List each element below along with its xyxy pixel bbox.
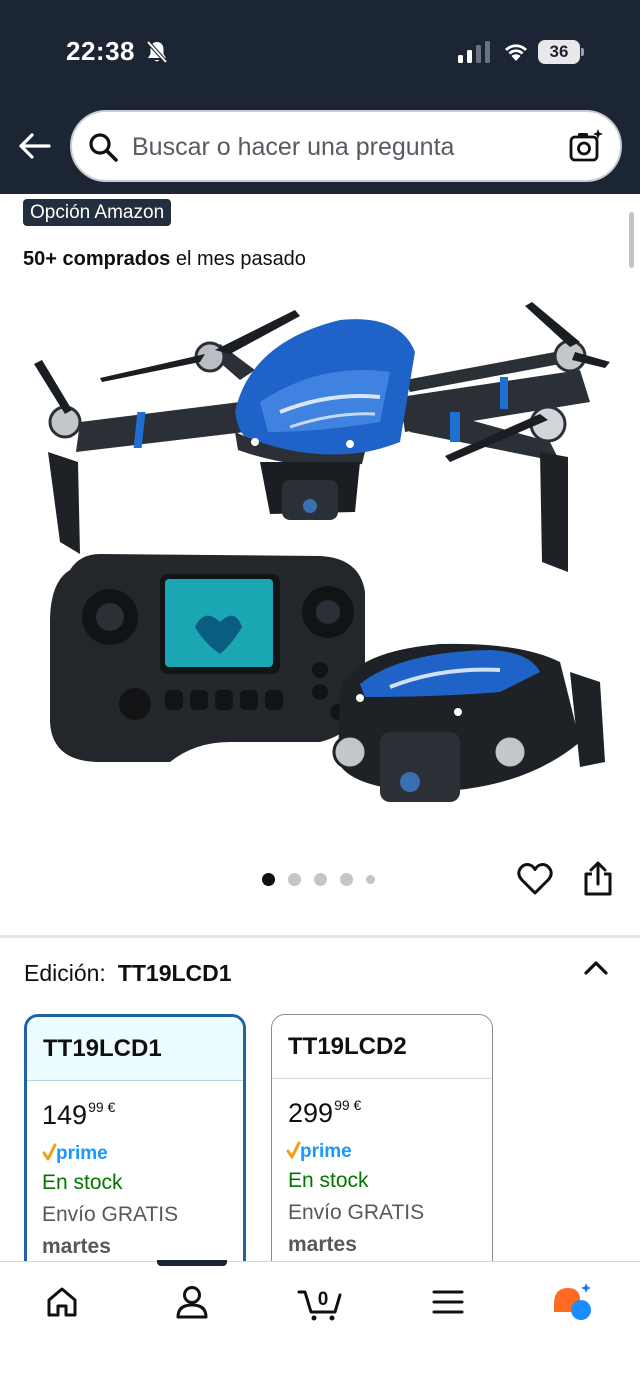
amazon-choice-badge: Opción Amazon: [23, 199, 172, 226]
wifi-icon: [505, 44, 527, 61]
prime-text: prime: [56, 1143, 108, 1164]
nav-account[interactable]: [170, 1280, 214, 1324]
section-divider: [0, 935, 640, 938]
edition-option-card[interactable]: TT19LCD2 29999 € prime En stock Envío GR…: [271, 1014, 493, 1294]
edition-option-card[interactable]: TT19LCD1 14999 € prime En stock Envío GR…: [24, 1014, 246, 1294]
price-fraction: 99: [88, 1099, 104, 1115]
menu-icon: [432, 1290, 464, 1314]
drone: [34, 302, 610, 572]
share-icon[interactable]: [582, 860, 614, 898]
price-currency: €: [353, 1097, 362, 1113]
prime-logo-icon: prime: [286, 1141, 352, 1162]
product-image[interactable]: [20, 292, 620, 832]
price-whole: 299: [288, 1098, 334, 1128]
price-currency: €: [107, 1099, 116, 1115]
edition-option-price: 14999 €: [42, 1099, 115, 1131]
account-icon: [176, 1286, 208, 1319]
nav-cart[interactable]: 0: [296, 1280, 344, 1324]
folded-drone: [332, 643, 605, 802]
purchase-count: 50+ comprados el mes pasado: [23, 248, 306, 271]
prime-text: prime: [300, 1141, 352, 1162]
purchase-count-bold: 50+ comprados: [23, 248, 171, 270]
arrow-left-icon: [19, 133, 51, 159]
carousel-dot-2[interactable]: [288, 873, 301, 886]
search-input[interactable]: [132, 126, 552, 168]
edition-option-delivery: martes: [288, 1233, 357, 1256]
chevron-up-icon[interactable]: [582, 954, 610, 982]
edition-label: Edición:: [24, 960, 106, 986]
active-tab-indicator: [157, 1260, 227, 1266]
nav-home[interactable]: [40, 1280, 84, 1324]
prime-logo-icon: prime: [42, 1143, 108, 1164]
scroll-indicator: [629, 212, 634, 268]
search-bar[interactable]: [70, 110, 622, 182]
signal-icon: [458, 41, 490, 63]
edition-option-shipping: Envío GRATIS: [42, 1203, 179, 1226]
status-time: 22:38: [66, 36, 135, 66]
app-header: 22:38 36: [0, 0, 640, 194]
bottom-nav: 0: [0, 1260, 640, 1391]
battery-level: 36: [549, 42, 569, 61]
nav-menu[interactable]: [426, 1280, 470, 1324]
carousel-dot-4[interactable]: [340, 873, 353, 886]
nav-rufus[interactable]: [550, 1280, 594, 1324]
purchase-count-rest: el mes pasado: [170, 248, 306, 270]
edition-selector[interactable]: Edición: TT19LCD1: [24, 960, 232, 987]
price-whole: 149: [42, 1100, 88, 1130]
carousel-dot-3[interactable]: [314, 873, 327, 886]
edition-option-delivery: martes: [42, 1235, 111, 1258]
edition-option-name: TT19LCD2: [272, 1015, 492, 1079]
battery-indicator: 36: [538, 40, 584, 64]
carousel-dot-5[interactable]: [366, 875, 375, 884]
home-icon: [47, 1287, 77, 1317]
rufus-icon: [554, 1283, 591, 1320]
back-button[interactable]: [14, 126, 54, 166]
price-fraction: 99: [334, 1097, 350, 1113]
edition-option-stock: En stock: [42, 1171, 123, 1194]
carousel-dot-1[interactable]: [262, 873, 275, 886]
bell-muted-icon: [146, 40, 168, 64]
cart-icon: 0: [297, 1289, 342, 1321]
edition-option-price: 29999 €: [288, 1097, 361, 1129]
cart-count: 0: [318, 1289, 329, 1310]
carousel-dots[interactable]: [262, 873, 375, 886]
edition-option-stock: En stock: [288, 1169, 369, 1192]
edition-option-name: TT19LCD1: [27, 1017, 243, 1081]
edition-option-shipping: Envío GRATIS: [288, 1201, 425, 1224]
camera-sparkle-icon[interactable]: [568, 128, 604, 164]
heart-icon[interactable]: [516, 860, 554, 898]
search-icon: [89, 133, 118, 162]
remote-controller: [50, 554, 365, 762]
edition-selected-value: TT19LCD1: [117, 960, 232, 986]
